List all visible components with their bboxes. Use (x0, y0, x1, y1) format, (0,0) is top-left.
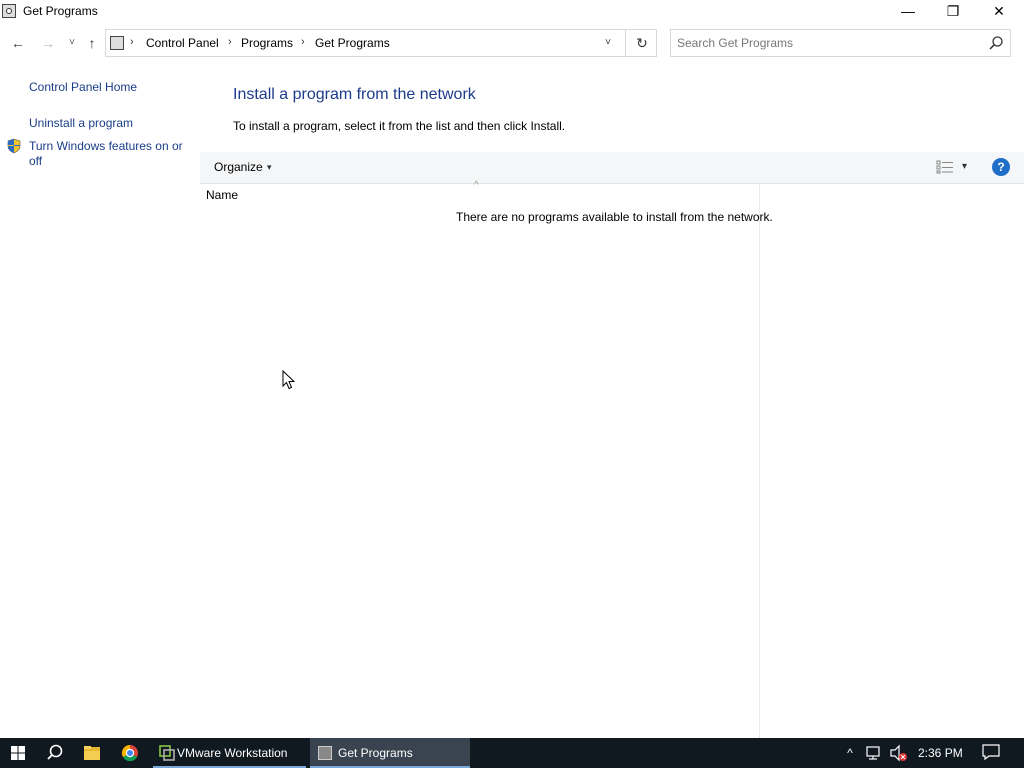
windows-features-link[interactable]: Turn Windows features on or off (29, 139, 183, 169)
clock[interactable]: 2:36 PM (918, 746, 963, 760)
control-panel-icon (318, 746, 332, 760)
taskbar-item-label: VMware Workstation (177, 746, 288, 760)
windows-features-link-line1: Turn Windows features on or (29, 139, 183, 153)
notifications-icon[interactable] (982, 744, 1000, 760)
volume-muted-icon[interactable] (888, 738, 910, 768)
network-icon[interactable] (864, 738, 884, 768)
control-panel-home-link[interactable]: Control Panel Home (29, 80, 137, 95)
instructions-text: To install a program, select it from the… (233, 119, 566, 133)
sort-indicator-icon: ^ (474, 180, 479, 191)
breadcrumb-separator: › (228, 36, 232, 48)
taskbar: VMware Workstation Get Programs ^ 2:36 P… (0, 738, 1024, 768)
address-dropdown-button[interactable]: ˅ (599, 34, 617, 52)
column-divider[interactable] (759, 184, 760, 738)
back-button[interactable]: ← (8, 32, 28, 54)
file-explorer-icon[interactable] (74, 738, 110, 768)
view-dropdown-icon[interactable]: ▾ (962, 161, 967, 172)
windows-start-icon[interactable] (0, 738, 36, 768)
breadcrumb-separator: › (301, 36, 305, 48)
view-details-icon[interactable] (936, 160, 954, 174)
window-title: Get Programs (23, 4, 98, 18)
divider (625, 30, 626, 56)
help-icon[interactable]: ? (992, 158, 1010, 176)
vmware-icon (159, 745, 175, 761)
up-button[interactable]: ↑ (82, 32, 102, 54)
command-toolbar: Organize ▾ ▾ ? (200, 152, 1024, 184)
forward-button[interactable]: → (38, 32, 58, 54)
minimize-button[interactable]: — (885, 0, 931, 24)
organize-button[interactable]: Organize (214, 160, 263, 174)
taskbar-item-label: Get Programs (338, 746, 413, 760)
recent-locations-button[interactable]: ˅ (62, 32, 82, 54)
shield-icon (7, 138, 21, 154)
chrome-icon[interactable] (112, 738, 148, 768)
close-button[interactable]: ✕ (976, 0, 1022, 24)
taskbar-item-vmware[interactable]: VMware Workstation (153, 738, 306, 768)
windows-features-link-line2: off (29, 154, 43, 168)
breadcrumb-separator: › (130, 36, 134, 48)
show-hidden-icons-button[interactable]: ^ (842, 738, 858, 768)
title-bar: Get Programs — ❐ ✕ (0, 0, 1024, 24)
breadcrumb-get-programs[interactable]: Get Programs (315, 36, 390, 50)
breadcrumb-control-panel[interactable]: Control Panel (146, 36, 219, 50)
organize-dropdown-icon[interactable]: ▾ (267, 162, 272, 173)
column-header-name[interactable]: Name (206, 188, 238, 202)
search-input[interactable] (677, 34, 977, 52)
page-title: Install a program from the network (233, 86, 476, 103)
maximize-button[interactable]: ❐ (930, 0, 976, 24)
taskbar-item-get-programs[interactable]: Get Programs (310, 738, 470, 768)
control-panel-icon (2, 4, 16, 18)
uninstall-program-link[interactable]: Uninstall a program (29, 116, 133, 131)
refresh-button[interactable]: ↻ (633, 33, 651, 53)
search-icon[interactable] (38, 738, 72, 768)
search-icon[interactable] (988, 35, 1004, 51)
search-box[interactable] (670, 29, 1011, 57)
empty-list-message: There are no programs available to insta… (456, 210, 773, 224)
address-bar[interactable]: › Control Panel › Programs › Get Program… (105, 29, 657, 57)
breadcrumb-programs[interactable]: Programs (241, 36, 293, 50)
control-panel-icon (110, 36, 124, 50)
mouse-cursor-icon (282, 370, 296, 390)
